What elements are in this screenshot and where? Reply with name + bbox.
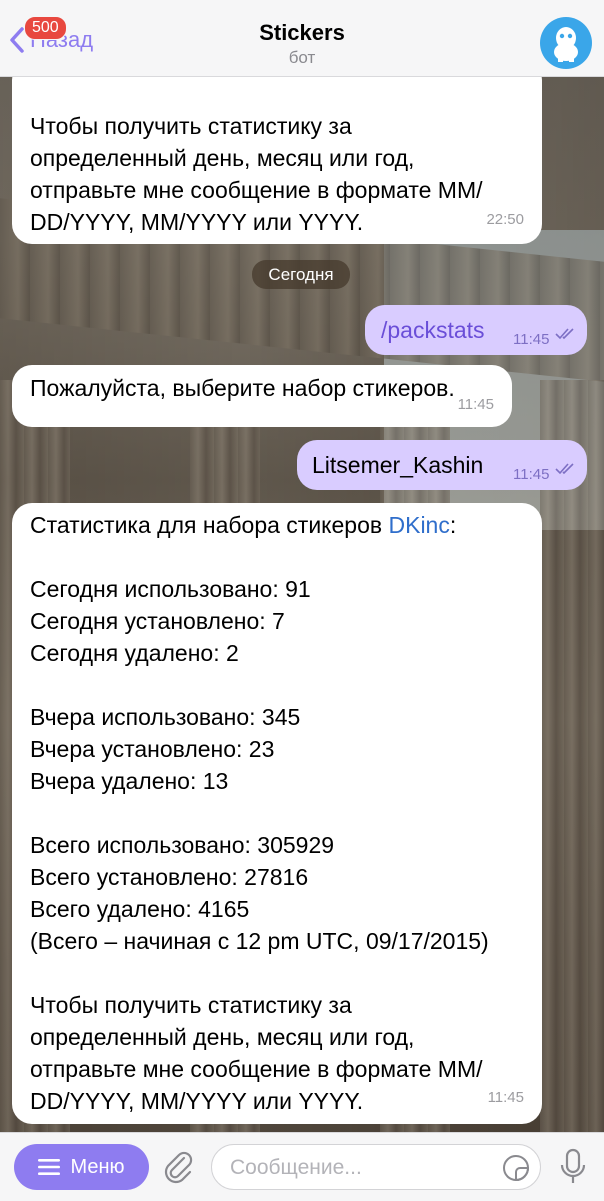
chat-title[interactable]: Stickers	[0, 20, 604, 46]
incoming-message[interactable]: Пожалуйста, выберите набор стикеров. 11:…	[12, 365, 512, 427]
message-time: 22:50	[486, 211, 524, 228]
incoming-message[interactable]: Чтобы получить статистику за определенны…	[12, 60, 542, 244]
background-column	[540, 380, 604, 1200]
message-text: Статистика для набора стикеров	[30, 512, 389, 538]
message-input[interactable]: Сообщение...	[211, 1144, 541, 1190]
message-time: 11:45	[487, 1089, 524, 1106]
double-check-icon	[555, 328, 574, 340]
chat-header: Назад 500 Stickers бот	[0, 0, 604, 77]
outgoing-message[interactable]: /packstats 11:45	[365, 305, 587, 355]
sticker-pack-link[interactable]: DKinc	[389, 512, 450, 538]
stats-body: Сегодня использовано: 91 Сегодня установ…	[30, 576, 489, 1114]
date-separator: Сегодня	[252, 260, 350, 289]
message-text: Чтобы получить статистику за определенны…	[30, 113, 483, 235]
message-text: Litsemer_Kashin	[312, 452, 484, 478]
command-text[interactable]: /packstats	[381, 314, 485, 346]
menu-button[interactable]: Меню	[14, 1144, 149, 1190]
menu-label: Меню	[70, 1155, 125, 1178]
incoming-message[interactable]: Статистика для набора стикеров DKinc: Се…	[12, 503, 542, 1124]
microphone-icon[interactable]	[558, 1147, 588, 1187]
sticker-icon[interactable]	[502, 1154, 530, 1182]
double-check-icon	[555, 463, 574, 475]
stats-heading: Статистика для набора стикеров DKinc:	[30, 509, 456, 541]
message-time: 11:45	[457, 396, 494, 413]
paperclip-icon[interactable]	[160, 1149, 196, 1185]
bot-avatar[interactable]	[540, 17, 592, 69]
message-time: 11:45	[513, 466, 550, 483]
outgoing-message[interactable]: Litsemer_Kashin 11:45	[297, 440, 587, 490]
bot-avatar-icon	[554, 27, 578, 62]
message-text: :	[449, 512, 457, 538]
chat-subtitle: бот	[288, 48, 316, 67]
message-text: Пожалуйста, выберите набор стикеров.	[30, 375, 455, 401]
message-input-placeholder: Сообщение...	[230, 1156, 362, 1179]
message-time: 11:45	[513, 331, 550, 348]
composer-bar: Меню Сообщение...	[0, 1132, 604, 1201]
hamburger-icon	[38, 1159, 61, 1175]
